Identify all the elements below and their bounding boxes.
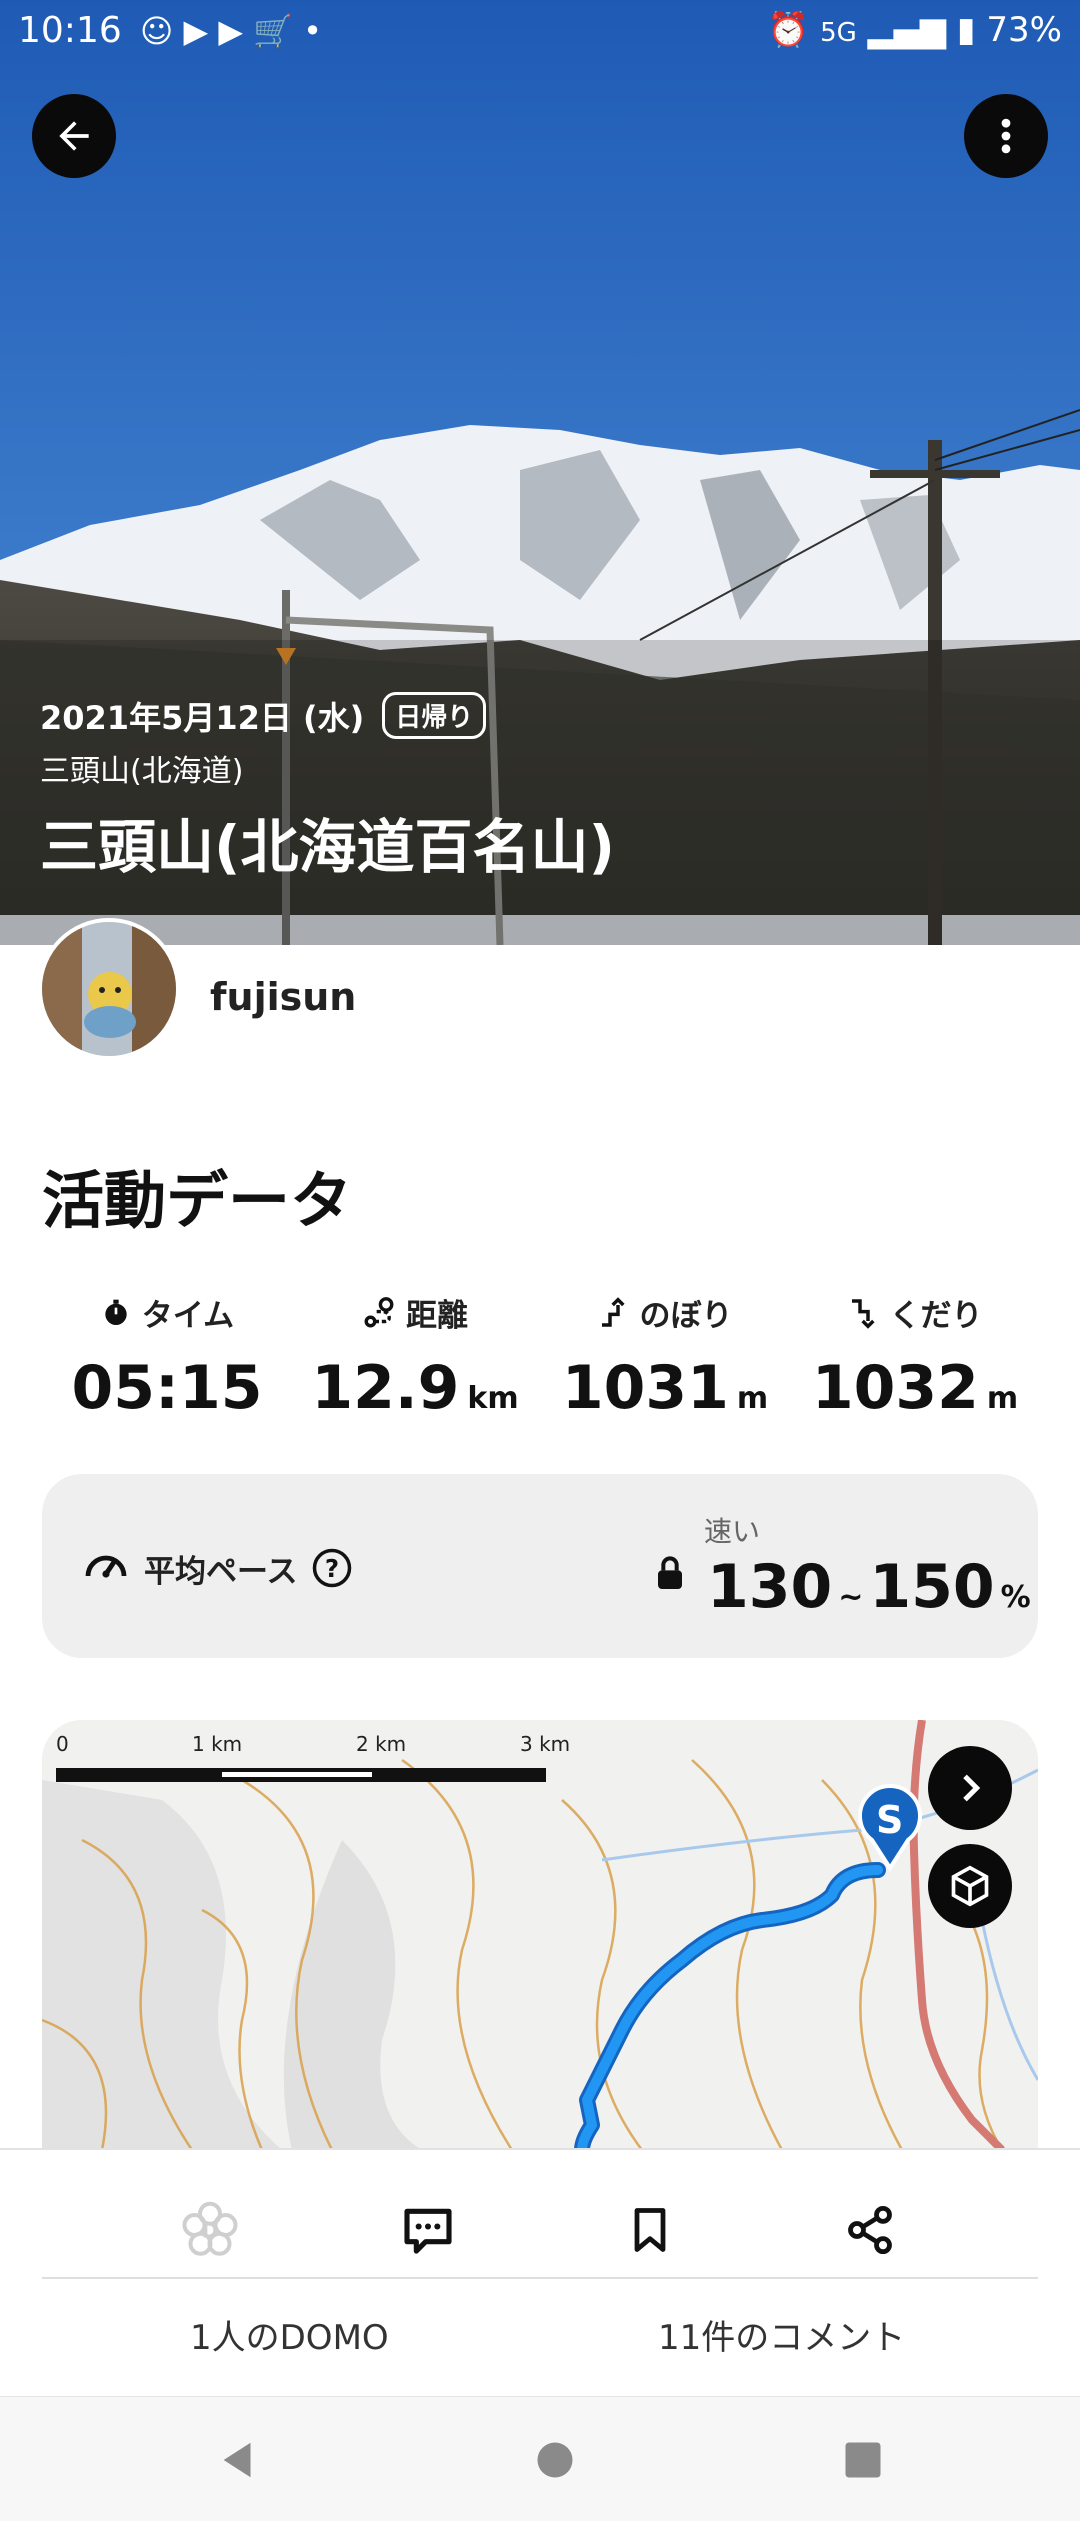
comment-button[interactable] xyxy=(388,2190,468,2270)
bookmark-icon xyxy=(634,2208,666,2252)
descent-icon xyxy=(851,1298,875,1329)
pace-max: 150 xyxy=(869,1552,995,1622)
more-button[interactable] xyxy=(964,94,1048,178)
map-expand-button[interactable] xyxy=(928,1746,1012,1830)
mountain-area: 三頭山(北海道) xyxy=(40,754,244,789)
stat-distance-unit: km xyxy=(467,1381,519,1416)
scale-label-1: 1 km xyxy=(192,1732,243,1756)
start-marker-label: S xyxy=(876,1798,904,1842)
status-bar: 10:16 ☺ ▶ ▶ 🛒 • ⏰ 5G ▂▄▆ ▮ 73% xyxy=(0,0,1080,64)
stat-distance-label: 距離 xyxy=(406,1298,468,1334)
battery-icon: ▮ xyxy=(956,10,976,50)
stat-ascent: のぼり 1031 m xyxy=(540,1290,790,1423)
route-map[interactable]: 0 1 km 2 km 3 km S xyxy=(42,1720,1038,2150)
stat-ascent-label: のぼり xyxy=(639,1298,733,1334)
scale-label-0: 0 xyxy=(56,1732,69,1756)
network-label: 5G xyxy=(820,18,857,48)
avatar-image xyxy=(42,922,176,1056)
scale-label-2: 2 km xyxy=(356,1732,407,1756)
lock-icon xyxy=(658,1556,682,1589)
bookmark-button[interactable] xyxy=(610,2190,690,2270)
nav-home-icon[interactable] xyxy=(534,2439,576,2481)
alarm-icon: ⏰ xyxy=(766,10,810,50)
pace-label: 平均ペース xyxy=(144,1553,298,1590)
activity-date: 2021年5月12日 (水) xyxy=(40,698,365,737)
comment-count-link[interactable]: 11件のコメント xyxy=(658,2310,905,2359)
stat-distance-value: 12.9 xyxy=(311,1353,460,1423)
domo-count-link[interactable]: 1人のDOMO xyxy=(190,2310,389,2359)
pace-min: 130 xyxy=(707,1552,833,1622)
bottom-action-bar: D 1人のDOMO 11件のコメント xyxy=(0,2148,1080,2398)
pace-label-row: 平均ペース ? xyxy=(82,1544,353,1592)
avatar[interactable] xyxy=(38,918,180,1060)
stopwatch-icon xyxy=(105,1299,127,1325)
signal-icon: ▂▄▆ xyxy=(867,10,947,50)
username[interactable]: fujisun xyxy=(210,975,356,1019)
more-vertical-icon xyxy=(1001,118,1011,154)
cube-icon xyxy=(951,1865,989,1907)
stat-descent: くだり 1032 m xyxy=(790,1290,1040,1423)
activity-date-row: 2021年5月12日 (水) 日帰り xyxy=(40,692,487,739)
comment-icon xyxy=(404,2208,452,2254)
map-canvas xyxy=(42,1720,1038,2150)
stat-time-label: タイム xyxy=(141,1298,235,1334)
svg-text:D: D xyxy=(202,2219,219,2243)
bottom-divider xyxy=(42,2277,1038,2279)
svg-text:?: ? xyxy=(325,1554,339,1583)
activity-title: 三頭山(北海道百名山) xyxy=(40,813,616,881)
map-3d-button[interactable] xyxy=(928,1844,1012,1928)
pace-separator: ~ xyxy=(838,1580,864,1615)
stat-ascent-value: 1031 xyxy=(561,1353,729,1423)
battery-percent: 73% xyxy=(986,10,1062,50)
status-right: ⏰ 5G ▂▄▆ ▮ 73% xyxy=(767,10,1062,50)
arrow-left-icon xyxy=(59,121,89,151)
domo-flower-icon: D xyxy=(182,2201,238,2256)
back-button[interactable] xyxy=(32,94,116,178)
stat-ascent-unit: m xyxy=(736,1381,769,1416)
share-icon xyxy=(848,2205,892,2255)
stat-descent-value: 1032 xyxy=(811,1353,979,1423)
day-trip-badge: 日帰り xyxy=(382,692,487,739)
speedometer-icon xyxy=(85,1555,127,1578)
ascent-icon xyxy=(601,1296,625,1327)
stat-time: タイム 05:15 xyxy=(42,1290,292,1423)
stat-time-value: 05:15 xyxy=(71,1353,263,1423)
route-icon xyxy=(364,1296,394,1327)
stat-descent-label: くだり xyxy=(889,1298,983,1334)
domo-button[interactable]: D xyxy=(170,2190,250,2270)
status-time: 10:16 xyxy=(18,10,122,51)
nav-back-icon[interactable] xyxy=(216,2437,262,2483)
scale-label-3: 3 km xyxy=(520,1732,571,1756)
pace-unit: % xyxy=(1000,1580,1031,1615)
nav-recents-icon[interactable] xyxy=(842,2439,884,2481)
stat-distance: 距離 12.9 km xyxy=(290,1290,540,1423)
app-notification-icons: ☺ ▶ ▶ 🛒 • xyxy=(140,12,322,50)
activity-data-heading: 活動データ xyxy=(42,1164,353,1237)
help-icon[interactable]: ? xyxy=(311,1547,353,1589)
pace-value: 130 ~150% xyxy=(707,1552,1037,1622)
average-pace-card[interactable]: 平均ペース ? 速い 130 ~150% xyxy=(42,1474,1038,1658)
share-button[interactable] xyxy=(830,2190,910,2270)
system-navigation-bar xyxy=(0,2396,1080,2521)
pace-speed-label: 速い xyxy=(704,1515,761,1548)
stat-descent-unit: m xyxy=(986,1381,1019,1416)
chevron-right-icon xyxy=(963,1774,981,1802)
